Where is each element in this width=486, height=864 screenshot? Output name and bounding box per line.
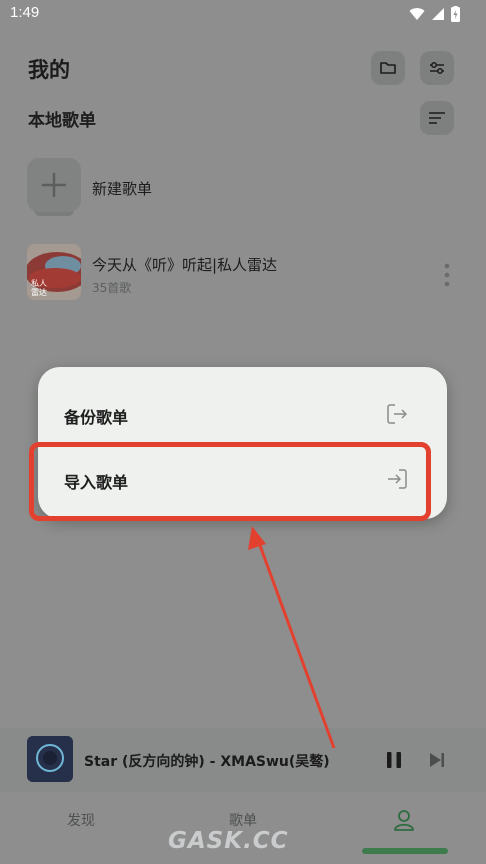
section-title: 本地歌单 — [28, 111, 96, 131]
highlight-box — [29, 442, 431, 521]
sort-lines-icon — [429, 112, 445, 124]
status-bar: 1:49 — [0, 0, 486, 28]
tab-mine-user-icon[interactable] — [393, 808, 415, 832]
new-playlist-button[interactable] — [27, 158, 81, 212]
now-playing-cover-art — [27, 736, 73, 782]
watermark-text: GASK.CC — [168, 828, 289, 854]
playlist-cover[interactable]: 私人 雷达 — [27, 244, 81, 300]
skip-next-icon[interactable] — [427, 750, 447, 770]
signal-icon — [432, 8, 444, 20]
battery-icon — [451, 6, 460, 22]
arrow-head — [248, 526, 266, 550]
sort-button[interactable] — [420, 101, 454, 135]
now-playing-title[interactable]: Star (反方向的钟) - XMASwu(吴骜) — [84, 751, 330, 771]
folder-button[interactable] — [371, 51, 405, 85]
status-time: 1:49 — [10, 4, 40, 21]
backup-playlist-item[interactable]: 备份歌单 — [38, 385, 447, 445]
playlist-song-count: 35首歌 — [92, 281, 132, 295]
export-icon — [387, 404, 407, 424]
filter-settings-button[interactable] — [420, 51, 454, 85]
more-vertical-icon[interactable] — [442, 262, 452, 288]
tab-discover[interactable]: 发现 — [67, 810, 95, 830]
now-playing-cover[interactable] — [27, 736, 73, 782]
tab-playlists[interactable]: 歌单 — [229, 810, 257, 830]
playlist-cover-art: 私人 雷达 — [27, 244, 81, 300]
plus-icon — [42, 173, 66, 197]
new-playlist-label[interactable]: 新建歌单 — [92, 178, 152, 199]
backup-playlist-label: 备份歌单 — [64, 408, 129, 427]
pause-icon[interactable] — [384, 750, 404, 770]
page-title: 我的 — [28, 58, 70, 82]
mini-player[interactable]: Star (反方向的钟) - XMASwu(吴骜) — [0, 728, 486, 792]
playlist-name[interactable]: 今天从《听》听起|私人雷达 — [92, 254, 277, 275]
svg-text:私人: 私人 — [31, 279, 47, 288]
svg-text:雷达: 雷达 — [31, 287, 47, 297]
tab-active-indicator — [362, 848, 448, 854]
sliders-icon — [430, 62, 444, 74]
wifi-icon — [409, 8, 425, 20]
folder-icon — [380, 62, 396, 74]
status-icons — [409, 6, 460, 22]
